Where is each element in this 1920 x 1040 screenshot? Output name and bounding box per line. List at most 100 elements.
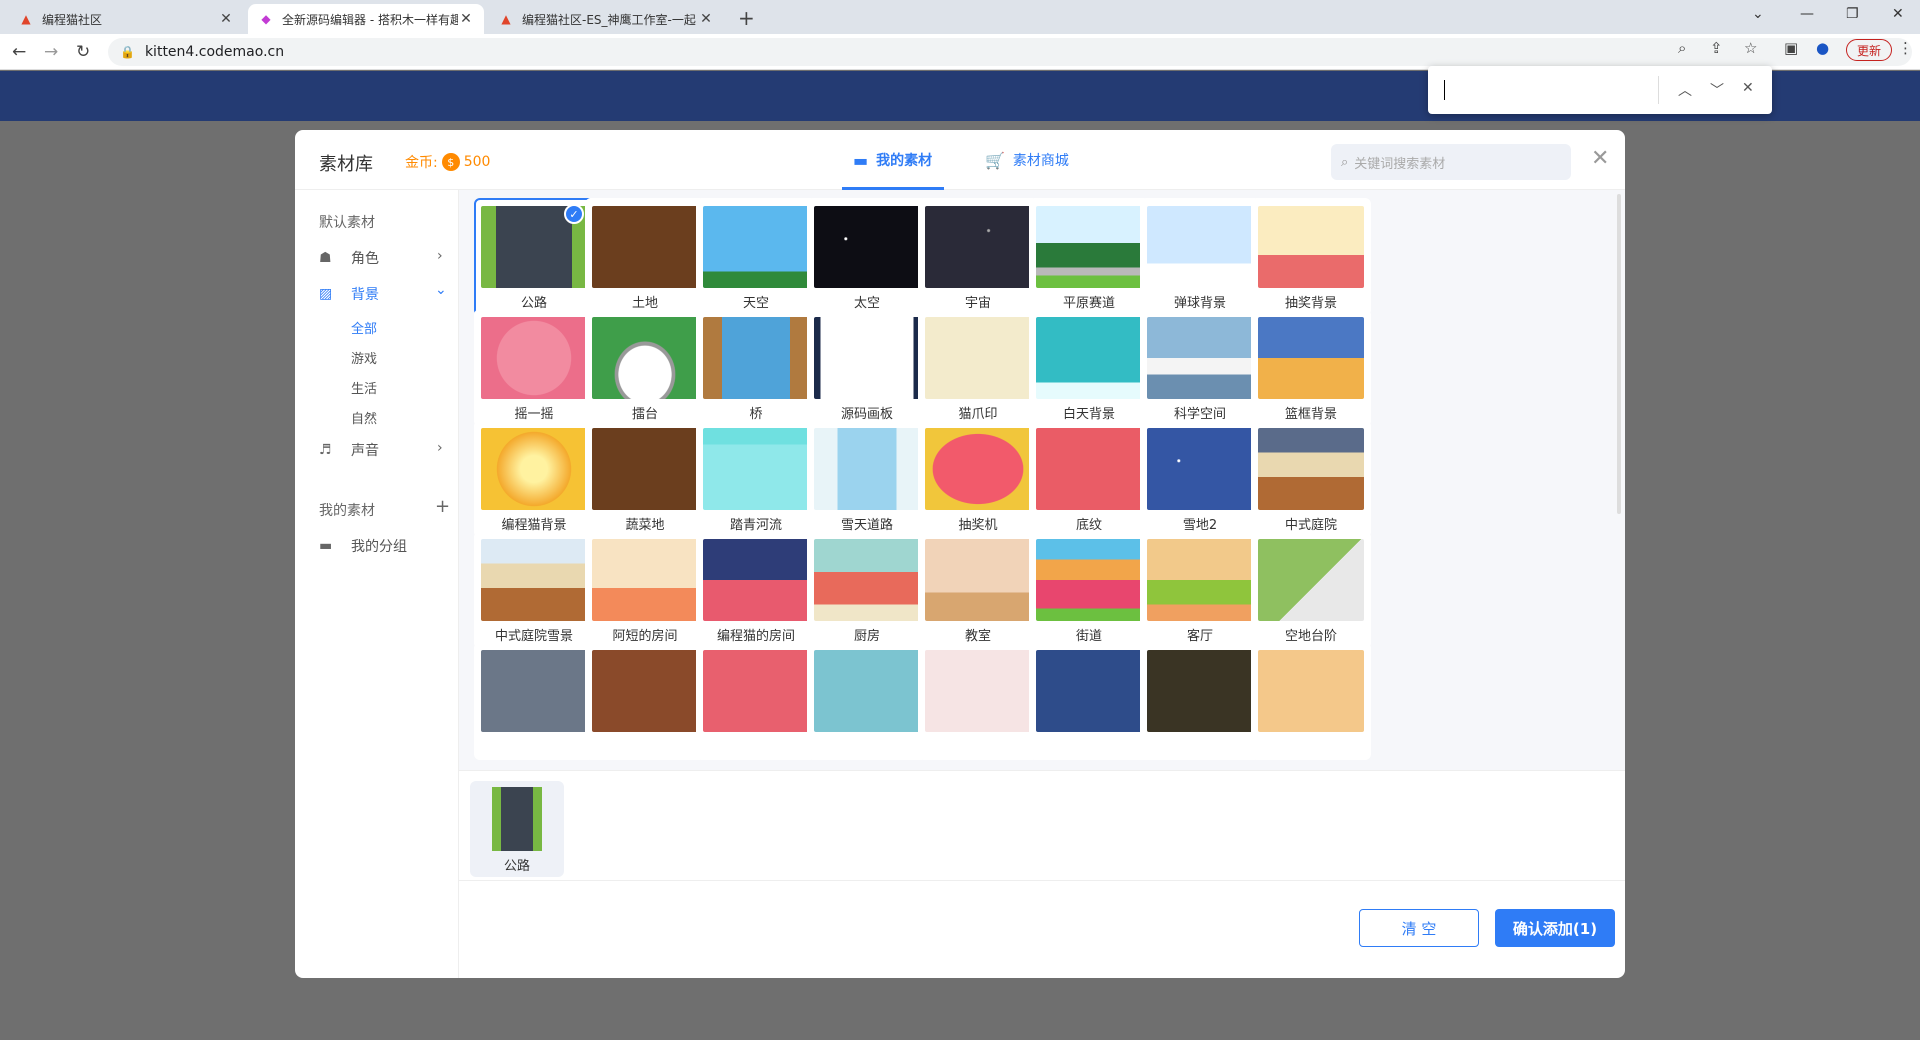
asset-card-partial[interactable] [696, 642, 816, 760]
find-next-icon[interactable]: ﹀ [1710, 80, 1724, 100]
asset-card[interactable]: 土地 [585, 198, 705, 316]
clear-button[interactable]: 清 空 [1359, 909, 1479, 947]
update-button[interactable]: 更新 [1846, 39, 1893, 61]
chevron-right-icon[interactable]: › [437, 440, 443, 456]
asset-card[interactable]: 教室 [918, 531, 1038, 649]
asset-card[interactable]: 底纹 [1029, 420, 1149, 538]
selected-asset-thumbnail [492, 787, 542, 851]
asset-card[interactable]: 中式庭院 [1251, 420, 1371, 538]
asset-card-partial[interactable] [1140, 642, 1260, 760]
asset-card[interactable]: 擂台 [585, 309, 705, 427]
close-tab-icon[interactable]: ✕ [218, 11, 234, 27]
add-group-button[interactable]: + [435, 496, 450, 517]
asset-card[interactable]: 街道 [1029, 531, 1149, 649]
asset-card[interactable]: 公路 ✓ [474, 198, 594, 316]
asset-card[interactable]: 篮框背景 [1251, 309, 1371, 427]
asset-card[interactable]: 抽奖背景 [1251, 198, 1371, 316]
minimize-button[interactable]: — [1800, 6, 1814, 22]
asset-card[interactable]: 蔬菜地 [585, 420, 705, 538]
close-tab-icon[interactable]: ✕ [458, 11, 474, 27]
new-tab-button[interactable]: + [738, 6, 755, 30]
asset-card[interactable]: 空地台阶 [1251, 531, 1371, 649]
address-bar[interactable]: 🔒 kitten4.codemao.cn [108, 38, 1912, 66]
tab-search-chevron-down-icon[interactable]: ⌄ [1752, 6, 1764, 22]
tab-my-assets[interactable]: ▬ 我的素材 [853, 150, 932, 170]
asset-thumbnail [592, 428, 698, 510]
asset-card[interactable]: 客厅 [1140, 531, 1260, 649]
asset-card[interactable]: 厨房 [807, 531, 927, 649]
tab-asset-store[interactable]: 🛒 素材商城 [985, 150, 1069, 170]
menu-more-icon[interactable]: ⋮ [1898, 39, 1913, 57]
asset-card[interactable]: 白天背景 [1029, 309, 1149, 427]
asset-search-input[interactable]: ⌕ 关键词搜索素材 [1331, 144, 1571, 180]
sidebar-item-role[interactable]: ☗ 角色 [319, 248, 379, 268]
asset-card[interactable]: 抽奖机 [918, 420, 1038, 538]
asset-card[interactable]: 雪地2 [1140, 420, 1260, 538]
asset-card[interactable]: 编程猫的房间 [696, 531, 816, 649]
browser-toolbar: ← → ↻ 🔒 kitten4.codemao.cn ⌕ ⇪ ☆ ▣ ● 更新 … [0, 34, 1920, 70]
asset-card[interactable]: 弹球背景 [1140, 198, 1260, 316]
cart-icon: 🛒 [985, 150, 1005, 170]
asset-thumbnail [703, 317, 809, 399]
asset-card[interactable]: 猫爪印 [918, 309, 1038, 427]
selected-asset-card[interactable]: 公路 [470, 781, 564, 877]
restore-button[interactable]: ❐ [1846, 6, 1859, 22]
forward-icon[interactable]: → [44, 42, 58, 62]
sidebar-sub-game[interactable]: 游戏 [351, 348, 377, 367]
asset-card[interactable]: 摇一摇 [474, 309, 594, 427]
find-close-icon[interactable]: ✕ [1742, 80, 1754, 96]
browser-tab[interactable]: ▲ 编程猫社区 ✕ [8, 4, 244, 34]
category-sidebar: 默认素材 ☗ 角色 › ▨ 背景 ⌄ 全部 游戏 生活 自然 ♬ 声音 › 我的… [295, 190, 459, 978]
browser-tab[interactable]: ▲ 编程猫社区-ES_神鹰工作室-一起 ✕ [488, 4, 724, 34]
sidebar-item-my-groups[interactable]: ▬ 我的分组 [319, 536, 407, 556]
find-input[interactable] [1444, 80, 1445, 100]
asset-card[interactable]: 雪天道路 [807, 420, 927, 538]
browser-tab-active[interactable]: ◆ 全新源码编辑器 - 搭积木一样有趣 ✕ [248, 4, 484, 34]
asset-thumbnail [925, 317, 1031, 399]
bookmark-star-icon[interactable]: ☆ [1744, 39, 1757, 57]
back-icon[interactable]: ← [12, 42, 26, 62]
sidebar-sub-all[interactable]: 全部 [351, 318, 377, 337]
dialog-header: 素材库 金币: $ 500 ▬ 我的素材 🛒 素材商城 ⌕ 关键词搜索素材 ✕ [295, 130, 1625, 190]
search-icon: ⌕ [1341, 154, 1349, 170]
close-tab-icon[interactable]: ✕ [698, 11, 714, 27]
asset-card-partial[interactable] [918, 642, 1038, 760]
find-in-page-icon[interactable]: ⌕ [1678, 39, 1686, 57]
asset-card[interactable]: 桥 [696, 309, 816, 427]
asset-card[interactable]: 踏青河流 [696, 420, 816, 538]
grid-scrollbar[interactable] [1617, 194, 1621, 514]
asset-card-partial[interactable] [807, 642, 927, 760]
side-panel-icon[interactable]: ▣ [1784, 39, 1798, 57]
chevron-right-icon[interactable]: › [437, 248, 443, 264]
asset-card[interactable]: 编程猫背景 [474, 420, 594, 538]
asset-thumbnail [1258, 539, 1364, 621]
chevron-down-icon[interactable]: ⌄ [435, 282, 447, 298]
asset-card-partial[interactable] [474, 642, 594, 760]
asset-thumbnail [925, 428, 1031, 510]
asset-card[interactable]: 平原赛道 [1029, 198, 1149, 316]
profile-avatar-icon[interactable]: ● [1816, 39, 1829, 57]
reload-icon[interactable]: ↻ [76, 42, 90, 62]
asset-card[interactable]: 中式庭院雪景 [474, 531, 594, 649]
asset-thumbnail [925, 539, 1031, 621]
asset-card[interactable]: 宇宙 [918, 198, 1038, 316]
asset-card[interactable]: 天空 [696, 198, 816, 316]
asset-card-partial[interactable] [1029, 642, 1149, 760]
asset-card[interactable]: 源码画板 [807, 309, 927, 427]
sidebar-sub-life[interactable]: 生活 [351, 378, 377, 397]
asset-card[interactable]: 科学空间 [1140, 309, 1260, 427]
sidebar-item-sound[interactable]: ♬ 声音 [319, 440, 379, 460]
sidebar-sub-nature[interactable]: 自然 [351, 408, 377, 427]
asset-card-partial[interactable] [1251, 642, 1371, 760]
share-icon[interactable]: ⇪ [1710, 39, 1723, 57]
asset-thumbnail [1258, 206, 1364, 288]
asset-card-partial[interactable] [585, 642, 705, 760]
find-prev-icon[interactable]: ︿ [1678, 80, 1692, 100]
asset-thumbnail [592, 317, 698, 399]
dialog-close-icon[interactable]: ✕ [1591, 146, 1609, 171]
sidebar-item-background[interactable]: ▨ 背景 [319, 284, 379, 304]
asset-card[interactable]: 太空 [807, 198, 927, 316]
asset-card[interactable]: 阿短的房间 [585, 531, 705, 649]
close-window-button[interactable]: ✕ [1892, 6, 1904, 22]
confirm-add-button[interactable]: 确认添加(1) [1495, 909, 1615, 947]
